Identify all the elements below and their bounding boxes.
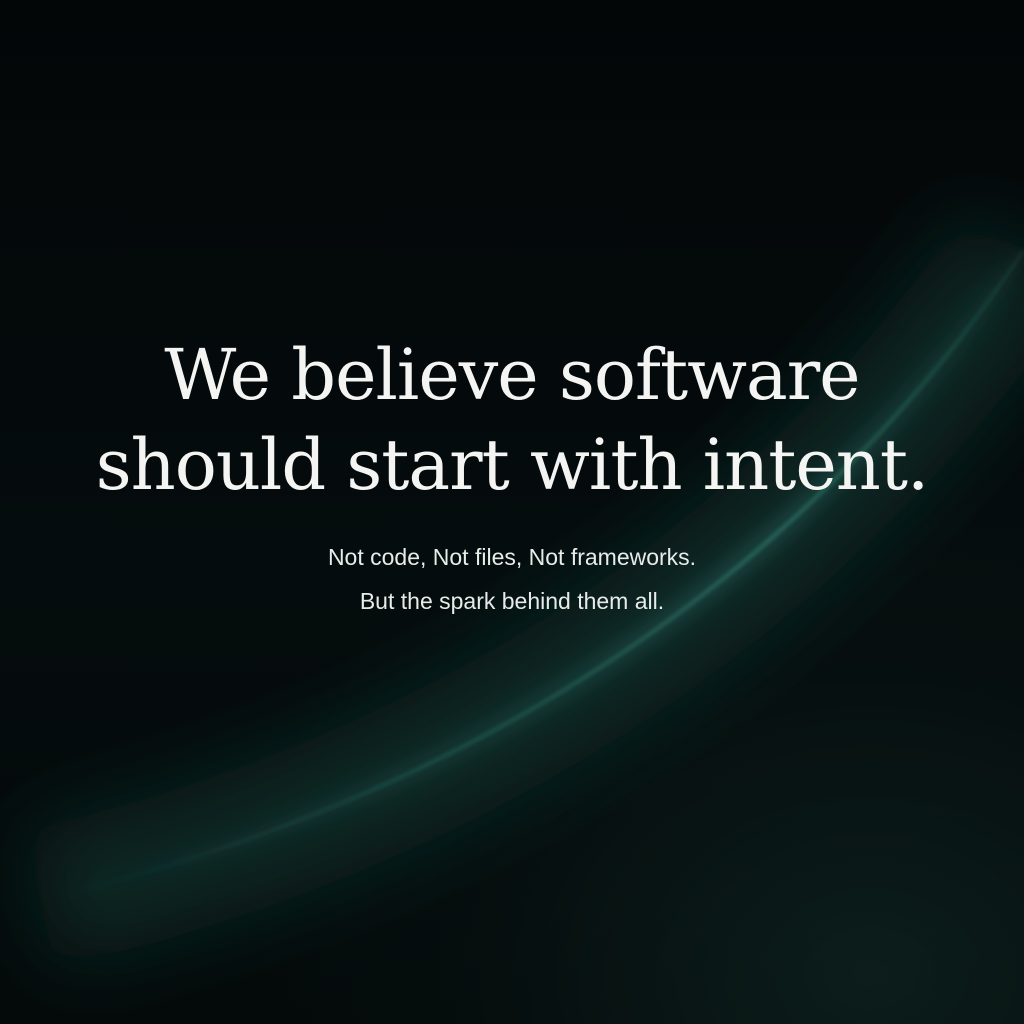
hero-canvas: We believe software should start with in…: [0, 0, 1024, 1024]
subtext-line-2: But the spark behind them all.: [359, 588, 665, 614]
subtext-line-1: Not code, Not files, Not frameworks.: [327, 544, 697, 570]
headline: We believe software should start with in…: [0, 330, 1024, 510]
headline-line-1: We believe software: [164, 334, 860, 416]
glow-arc-decoration: [23, 210, 1024, 969]
headline-line-2: should start with intent.: [95, 424, 930, 506]
